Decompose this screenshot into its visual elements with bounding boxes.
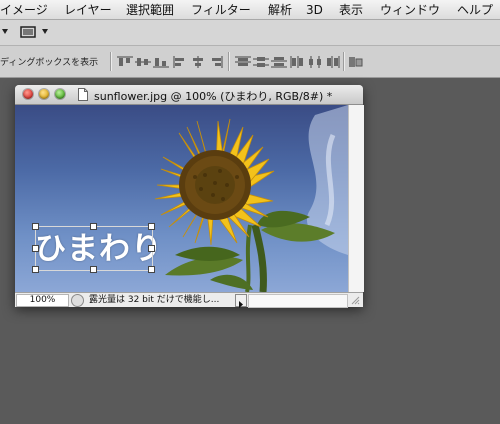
handle-top-left[interactable] bbox=[32, 223, 39, 230]
zoom-field[interactable]: 100% bbox=[16, 294, 69, 307]
align-left-icon[interactable] bbox=[172, 56, 188, 68]
menu-window[interactable]: ウィンドウ bbox=[380, 3, 440, 17]
document-window: sunflower.jpg @ 100% (ひまわり, RGB/8#) * ひま… bbox=[15, 85, 364, 308]
handle-top-right[interactable] bbox=[148, 223, 155, 230]
document-title-bar[interactable]: sunflower.jpg @ 100% (ひまわり, RGB/8#) * bbox=[15, 85, 363, 105]
align-vcenter-icon[interactable] bbox=[135, 56, 151, 68]
menu-help[interactable]: ヘルプ bbox=[457, 3, 493, 17]
status-message: 露光量は 32 bit だけで機能し... bbox=[89, 295, 220, 305]
minimize-button[interactable] bbox=[39, 89, 49, 99]
handle-bottom-right[interactable] bbox=[148, 266, 155, 273]
distribute-bottom-icon[interactable] bbox=[271, 56, 287, 68]
divider bbox=[343, 52, 345, 71]
handle-middle-left[interactable] bbox=[32, 245, 39, 252]
image-canvas[interactable]: ひまわり bbox=[15, 105, 348, 292]
status-bar: 100% 露光量は 32 bit だけで機能し... bbox=[15, 292, 363, 308]
document-icon bbox=[78, 88, 88, 101]
resize-grip-icon[interactable] bbox=[351, 295, 360, 305]
transform-bounding-box[interactable] bbox=[32, 223, 155, 273]
options-bar: ディングボックスを表示 bbox=[0, 46, 500, 78]
menu-analysis[interactable]: 解析 bbox=[268, 3, 292, 17]
menu-bar: イメージ レイヤー 選択範囲 フィルター 解析 3D 表示 ウィンドウ ヘルプ bbox=[0, 0, 500, 20]
menu-3d[interactable]: 3D bbox=[306, 3, 323, 17]
vertical-scrollbar[interactable] bbox=[348, 105, 364, 292]
horizontal-scrollbar[interactable] bbox=[248, 294, 348, 308]
distribute-top-icon[interactable] bbox=[235, 56, 251, 68]
menu-select[interactable]: 選択範囲 bbox=[126, 3, 174, 17]
auto-align-icon[interactable] bbox=[348, 56, 364, 68]
distribute-vcenter-icon[interactable] bbox=[253, 56, 269, 68]
app-tool-row bbox=[0, 20, 500, 46]
status-menu-arrow-icon[interactable] bbox=[235, 294, 247, 308]
distribute-hcenter-icon[interactable] bbox=[307, 56, 323, 68]
status-info-icon[interactable] bbox=[71, 294, 84, 307]
close-button[interactable] bbox=[23, 89, 33, 99]
align-top-icon[interactable] bbox=[117, 56, 133, 68]
align-bottom-icon[interactable] bbox=[153, 56, 169, 68]
divider bbox=[110, 52, 112, 71]
screen-mode-icon[interactable] bbox=[19, 25, 37, 39]
menu-layer[interactable]: レイヤー bbox=[64, 3, 112, 17]
distribute-left-icon[interactable] bbox=[289, 56, 305, 68]
handle-bottom-left[interactable] bbox=[32, 266, 39, 273]
menu-image[interactable]: イメージ bbox=[0, 3, 48, 17]
handle-top-center[interactable] bbox=[90, 223, 97, 230]
menu-filter[interactable]: フィルター bbox=[191, 3, 251, 17]
zoom-button[interactable] bbox=[55, 89, 65, 99]
screen-mode-dropdown-icon[interactable] bbox=[42, 29, 48, 34]
menu-view[interactable]: 表示 bbox=[339, 3, 363, 17]
show-bounding-box-label[interactable]: ディングボックスを表示 bbox=[0, 55, 98, 68]
dropdown-arrow-icon[interactable] bbox=[2, 29, 8, 34]
handle-bottom-center[interactable] bbox=[90, 266, 97, 273]
align-hcenter-icon[interactable] bbox=[190, 56, 206, 68]
divider bbox=[228, 52, 230, 71]
handle-middle-right[interactable] bbox=[148, 245, 155, 252]
align-right-icon[interactable] bbox=[208, 56, 224, 68]
distribute-right-icon[interactable] bbox=[325, 56, 341, 68]
document-title: sunflower.jpg @ 100% (ひまわり, RGB/8#) * bbox=[94, 90, 333, 103]
